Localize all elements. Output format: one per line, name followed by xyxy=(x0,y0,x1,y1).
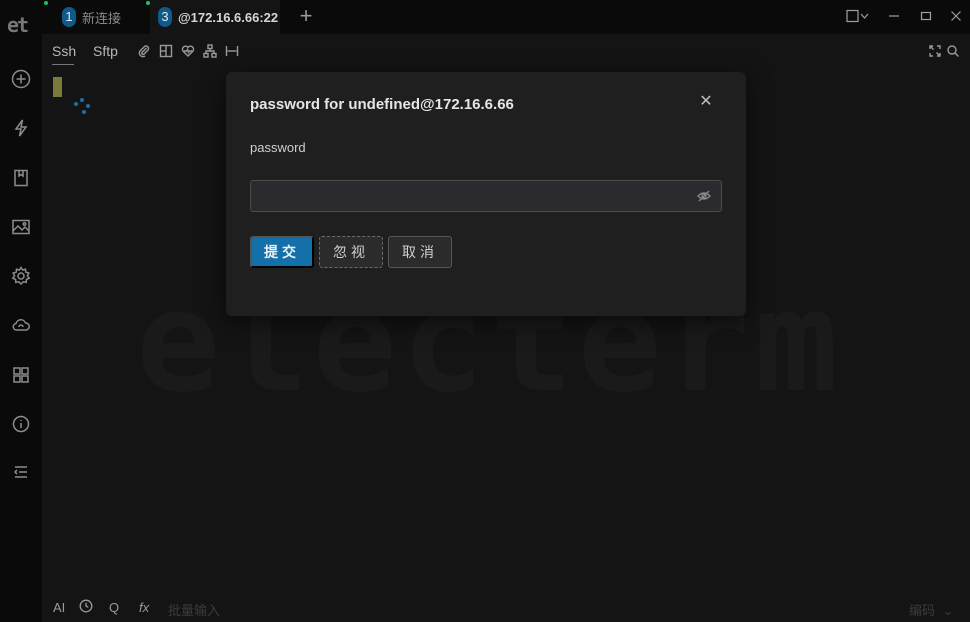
left-sidebar: et xyxy=(0,0,42,622)
password-input[interactable] xyxy=(251,181,701,211)
tab-label: 新连接 xyxy=(82,10,122,26)
info-icon[interactable] xyxy=(9,412,33,436)
image-icon[interactable] xyxy=(9,215,33,239)
tab-ssh-session[interactable]: 3 @172.16.6.66:22 xyxy=(150,0,280,34)
loading-spinner-dot xyxy=(80,98,84,102)
submit-button[interactable]: 提交 xyxy=(250,236,314,268)
chevron-down-icon: ⌄ xyxy=(942,603,954,618)
terminal-cursor xyxy=(53,77,62,97)
app-logo: et xyxy=(7,13,29,37)
plus-icon[interactable]: + xyxy=(294,4,318,28)
dialog-title: password for undefined@172.16.6.66 xyxy=(250,96,514,113)
widgets-icon[interactable] xyxy=(9,363,33,387)
close-icon[interactable] xyxy=(946,6,966,26)
tab-bar: 1 新连接 3 @172.16.6.66:22 + xyxy=(42,0,970,34)
tab-number-badge: 3 xyxy=(158,7,172,27)
status-dot xyxy=(44,1,48,5)
tab-ssh[interactable]: Ssh xyxy=(52,43,76,59)
loading-spinner-dot xyxy=(74,102,78,106)
app-window: et 1 新连接 3 @172.16.6.66:22 + Ssh Sftp el… xyxy=(0,0,970,622)
tab-sftp[interactable]: Sftp xyxy=(93,43,118,59)
eye-off-icon[interactable] xyxy=(697,189,711,203)
quick-command-button[interactable]: Q xyxy=(109,600,119,615)
fullscreen-icon[interactable] xyxy=(928,44,942,58)
lightning-icon[interactable] xyxy=(9,116,33,140)
search-icon[interactable] xyxy=(946,44,960,58)
active-tab-indicator xyxy=(52,64,74,65)
tab-label: @172.16.6.66:22 xyxy=(178,9,279,25)
encoding-select[interactable]: 编码 ⌄ xyxy=(909,600,954,619)
maximize-icon[interactable] xyxy=(916,6,936,26)
batch-input[interactable]: 批量输入 xyxy=(168,600,220,619)
split-icon[interactable] xyxy=(159,44,173,58)
encoding-label: 编码 xyxy=(909,603,936,618)
ai-button[interactable]: AI xyxy=(53,600,65,615)
cancel-button[interactable]: 取消 xyxy=(388,236,452,268)
password-label: password xyxy=(250,140,306,155)
attachment-icon[interactable] xyxy=(137,44,151,58)
settings-icon[interactable] xyxy=(9,264,33,288)
password-field-wrapper xyxy=(250,180,722,212)
bookmark-icon[interactable] xyxy=(9,166,33,190)
network-icon[interactable] xyxy=(203,44,217,58)
tab-number-badge: 1 xyxy=(62,7,76,27)
password-dialog: password for undefined@172.16.6.66 ✕ pas… xyxy=(226,72,746,316)
minimize-icon[interactable] xyxy=(884,6,904,26)
fx-button[interactable]: fx xyxy=(139,600,149,615)
tab-new-connection[interactable]: 1 新连接 xyxy=(56,0,150,34)
cloud-sync-icon[interactable] xyxy=(9,313,33,337)
heart-icon[interactable] xyxy=(181,44,195,58)
menu-list-icon[interactable] xyxy=(9,460,33,484)
loading-spinner-dot xyxy=(86,104,90,108)
ignore-button[interactable]: 忽视 xyxy=(319,236,383,268)
session-toolbar: Ssh Sftp xyxy=(42,34,970,66)
close-icon[interactable]: ✕ xyxy=(698,94,714,110)
bottom-bar: AI Q fx 批量输入 编码 ⌄ xyxy=(42,592,970,622)
loading-spinner-dot xyxy=(82,110,86,114)
width-icon[interactable] xyxy=(225,44,239,58)
clock-icon[interactable] xyxy=(79,599,93,616)
add-circle-icon[interactable] xyxy=(9,67,33,91)
layout-icon[interactable] xyxy=(844,6,872,26)
